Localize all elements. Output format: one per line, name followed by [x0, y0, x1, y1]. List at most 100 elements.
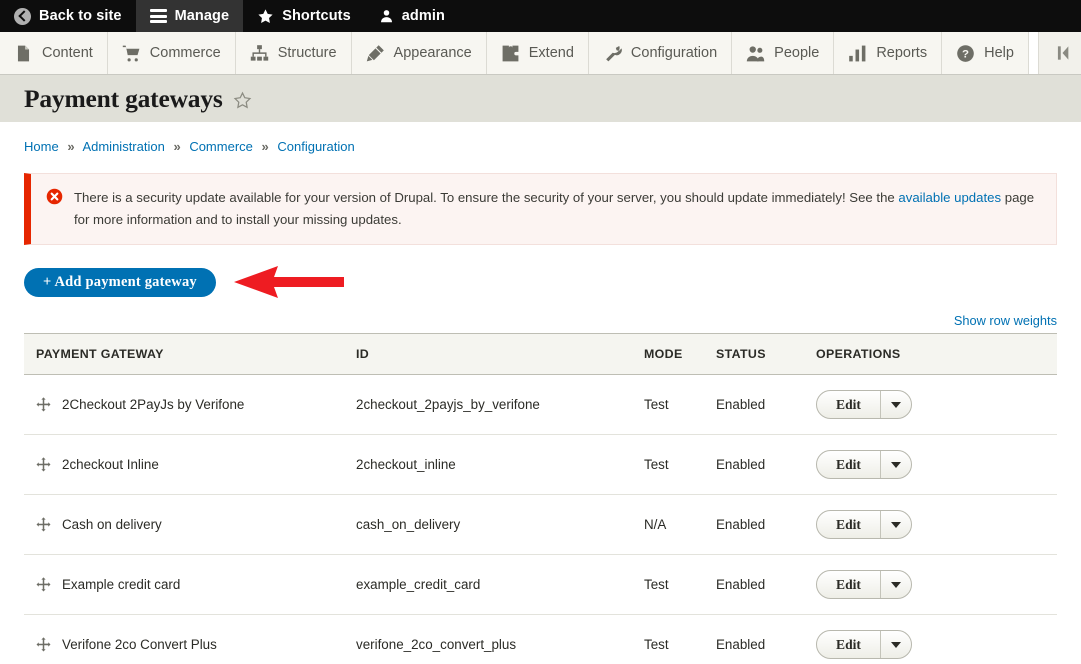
edit-button[interactable]: Edit — [817, 511, 881, 539]
gateway-mode: Test — [644, 374, 716, 436]
breadcrumb-separator: » — [261, 139, 269, 154]
menu-item-appearance[interactable]: Appearance — [351, 32, 487, 74]
table-header-row: PAYMENT GATEWAY ID MODE STATUS OPERATION… — [24, 333, 1057, 376]
error-circle-x-icon — [46, 188, 63, 205]
gateway-mode: Test — [644, 434, 716, 496]
user-account-icon — [380, 10, 392, 23]
toolbar-item-back-to-site[interactable]: Back to site — [0, 0, 136, 32]
available-updates-link[interactable]: available updates — [898, 190, 1001, 205]
menu-item-label: Configuration — [630, 45, 718, 61]
operations-dropbutton: Edit — [816, 570, 912, 600]
table-row: 2checkout Inline 2checkout_inline Test E… — [24, 434, 1057, 496]
table-row: Example credit card example_credit_card … — [24, 554, 1057, 616]
puzzle-piece-icon — [502, 45, 519, 61]
question-mark-circle-icon: ? — [957, 44, 974, 62]
document-icon — [17, 45, 30, 61]
column-header-status: STATUS — [716, 333, 816, 376]
edit-button[interactable]: Edit — [817, 571, 881, 599]
operations-dropbutton: Edit — [816, 450, 912, 480]
toolbar-item-label: Shortcuts — [282, 8, 351, 24]
edit-button[interactable]: Edit — [817, 631, 881, 659]
table-row: Verifone 2co Convert Plus verifone_2co_c… — [24, 614, 1057, 664]
chevron-down-icon — [890, 581, 901, 588]
paintbrush-icon — [366, 44, 384, 61]
column-header-operations: OPERATIONS — [816, 333, 1057, 376]
breadcrumb-separator: » — [67, 139, 75, 154]
toolbar-item-admin-account[interactable]: admin — [365, 0, 459, 32]
breadcrumb-link-home[interactable]: Home — [24, 139, 59, 154]
people-icon — [746, 45, 765, 61]
page-title: Payment gateways — [24, 83, 223, 113]
menu-item-help[interactable]: ? Help — [942, 32, 1029, 74]
menu-item-extend[interactable]: Extend — [486, 32, 589, 74]
drag-handle-icon[interactable] — [36, 397, 51, 412]
menu-item-label: Help — [984, 45, 1014, 61]
hamburger-menu-icon — [149, 9, 167, 23]
menu-item-label: Reports — [876, 45, 928, 61]
gateway-name: Example credit card — [62, 577, 181, 593]
message-text-before: There is a security update available for… — [74, 190, 899, 205]
chevron-down-icon — [890, 461, 901, 468]
menu-item-label: Appearance — [393, 45, 472, 61]
drag-handle-icon[interactable] — [36, 577, 51, 592]
operations-toggle-button[interactable] — [881, 571, 911, 598]
operations-dropbutton: Edit — [816, 630, 912, 660]
drag-handle-icon[interactable] — [36, 517, 51, 532]
operations-dropbutton: Edit — [816, 510, 912, 540]
operations-toggle-button[interactable] — [881, 631, 911, 658]
show-row-weights-link[interactable]: Show row weights — [954, 313, 1057, 328]
menu-item-reports[interactable]: Reports — [834, 32, 943, 74]
admin-menu-tray: Content Commerce Structure Appearance Ex… — [0, 32, 1081, 75]
toolbar-orientation-toggle[interactable] — [1039, 32, 1081, 74]
table-row: 2Checkout 2PayJs by Verifone 2checkout_2… — [24, 374, 1057, 436]
menu-item-label: Extend — [528, 45, 574, 61]
table-head: PAYMENT GATEWAY ID MODE STATUS OPERATION… — [24, 333, 1057, 376]
toolbar-item-shortcuts[interactable]: Shortcuts — [243, 0, 365, 32]
table-row: Cash on delivery cash_on_delivery N/A En… — [24, 494, 1057, 556]
operations-toggle-button[interactable] — [881, 451, 911, 478]
gateway-status: Enabled — [716, 374, 816, 436]
menu-item-structure[interactable]: Structure — [235, 32, 352, 74]
action-links: + Add payment gateway — [24, 266, 1057, 299]
toolbar-orientation-toggle-icon — [1057, 46, 1069, 60]
breadcrumb: Home » Administration » Commerce » Confi… — [24, 122, 1057, 153]
gateway-id: example_credit_card — [356, 554, 644, 616]
breadcrumb-link-configuration[interactable]: Configuration — [277, 139, 354, 154]
add-payment-gateway-button[interactable]: + Add payment gateway — [24, 268, 216, 297]
gateway-id: 2checkout_2payjs_by_verifone — [356, 374, 644, 436]
svg-text:?: ? — [962, 48, 969, 60]
menu-item-people[interactable]: People — [732, 32, 835, 74]
toolbar-item-label: Manage — [174, 8, 230, 24]
edit-button[interactable]: Edit — [817, 391, 881, 419]
operations-toggle-button[interactable] — [881, 511, 911, 538]
gateway-id: cash_on_delivery — [356, 494, 644, 556]
show-row-weights-row: Show row weights — [24, 313, 1057, 328]
red-left-arrow-annotation — [233, 266, 344, 299]
gateway-id: 2checkout_inline — [356, 434, 644, 496]
star-outline-icon[interactable] — [233, 91, 252, 110]
column-header-mode: MODE — [644, 333, 716, 376]
breadcrumb-separator: » — [173, 139, 181, 154]
message-text: There is a security update available for… — [74, 187, 1040, 231]
gateway-name: 2checkout Inline — [62, 457, 159, 473]
menu-tray-spacer — [1028, 32, 1039, 74]
edit-button[interactable]: Edit — [817, 451, 881, 479]
menu-item-commerce[interactable]: Commerce — [107, 32, 236, 74]
operations-toggle-button[interactable] — [881, 391, 911, 418]
menu-item-label: Commerce — [149, 45, 221, 61]
gateway-id: verifone_2co_convert_plus — [356, 614, 644, 664]
operations-dropbutton: Edit — [816, 390, 912, 420]
sitemap-icon — [250, 44, 268, 61]
payment-gateways-table: PAYMENT GATEWAY ID MODE STATUS OPERATION… — [24, 333, 1057, 664]
gateway-status: Enabled — [716, 554, 816, 616]
drag-handle-icon[interactable] — [36, 457, 51, 472]
toolbar-item-manage[interactable]: Manage — [135, 0, 244, 32]
breadcrumb-link-administration[interactable]: Administration — [82, 139, 164, 154]
menu-item-label: People — [774, 45, 820, 61]
drag-handle-icon[interactable] — [36, 637, 51, 652]
breadcrumb-link-commerce[interactable]: Commerce — [189, 139, 253, 154]
table-body: 2Checkout 2PayJs by Verifone 2checkout_2… — [24, 374, 1057, 664]
menu-item-content[interactable]: Content — [0, 32, 108, 74]
shopping-cart-icon — [122, 45, 140, 61]
menu-item-configuration[interactable]: Configuration — [588, 32, 733, 74]
